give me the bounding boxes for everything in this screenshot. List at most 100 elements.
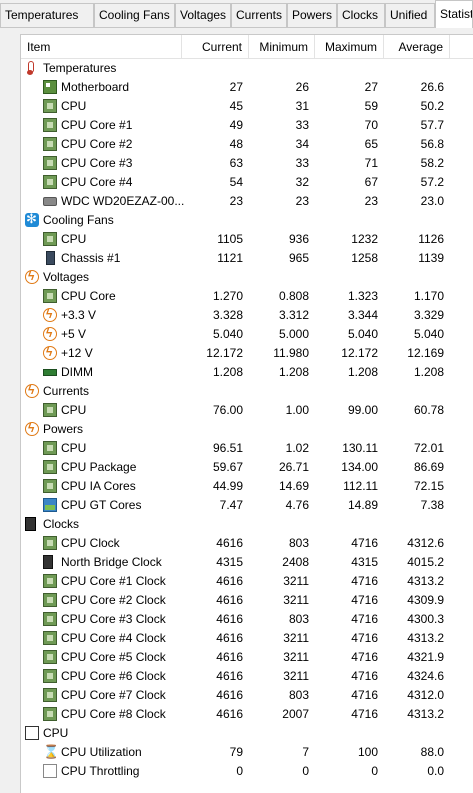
sensor-row[interactable]: North Bridge Clock 4315 2408 4315 4015.2	[21, 553, 473, 572]
sensor-row[interactable]: CPU GT Cores 7.47 4.76 14.89 7.38	[21, 496, 473, 515]
sensor-row[interactable]: CPU Clock 4616 803 4716 4312.6	[21, 534, 473, 553]
sensor-row[interactable]: CPU 45 31 59 50.2	[21, 97, 473, 116]
sensor-label: CPU GT Cores	[61, 498, 142, 512]
sensor-row[interactable]: Motherboard 27 26 27 26.6	[21, 78, 473, 97]
sensor-label: North Bridge Clock	[61, 555, 162, 569]
sensor-row[interactable]: CPU 96.51 1.02 130.11 72.01	[21, 439, 473, 458]
sensor-row[interactable]: CPU Core #8 Clock 4616 2007 4716 4313.2	[21, 705, 473, 724]
category-row[interactable]: Cooling Fans	[21, 210, 473, 230]
sensor-row[interactable]: CPU Core #5 Clock 4616 3211 4716 4321.9	[21, 648, 473, 667]
maximum-value: 5.040	[347, 327, 378, 341]
sensor-row[interactable]: CPU Core #1 49 33 70 57.7	[21, 116, 473, 135]
minimum-value: 3211	[283, 574, 309, 588]
category-row[interactable]: Clocks	[21, 515, 473, 534]
current-value: 4616	[216, 593, 243, 607]
category-row[interactable]: Powers	[21, 420, 473, 439]
sensor-row[interactable]: CPU 76.00 1.00 99.00 60.78	[21, 401, 473, 420]
sensor-list-view[interactable]: Item Current Minimum Maximum Average Tem…	[20, 34, 473, 793]
category-row[interactable]: CPU	[21, 724, 473, 743]
sensor-row[interactable]: CPU Core #2 48 34 65 56.8	[21, 135, 473, 154]
sensor-row[interactable]: CPU Core #2 Clock 4616 3211 4716 4309.9	[21, 591, 473, 610]
sensor-label: +12 V	[61, 346, 93, 360]
sensor-row[interactable]: +12 V 12.172 11.980 12.172 12.169	[21, 344, 473, 363]
category-row[interactable]: Temperatures	[21, 59, 473, 78]
current-value: 4616	[216, 631, 243, 645]
sensor-row[interactable]: CPU Core #3 Clock 4616 803 4716 4300.3	[21, 610, 473, 629]
sensor-row[interactable]: Chassis #1 1121 965 1258 1139	[21, 249, 473, 268]
tab-currents[interactable]: Currents	[231, 3, 287, 27]
category-row[interactable]: Currents	[21, 382, 473, 401]
maximum-value: 100	[357, 745, 378, 759]
column-header-minimum[interactable]: Minimum	[249, 35, 315, 58]
maximum-value: 134.00	[341, 460, 378, 474]
chip-icon	[43, 536, 57, 550]
maximum-value: 23	[364, 194, 378, 208]
sensor-row[interactable]: CPU Core 1.270 0.808 1.323 1.170	[21, 287, 473, 306]
maximum-value: 27	[364, 80, 378, 94]
sensor-row[interactable]: CPU Core #1 Clock 4616 3211 4716 4313.2	[21, 572, 473, 591]
current-value: 23	[229, 194, 243, 208]
minimum-value: 23	[295, 194, 309, 208]
maximum-value: 1232	[351, 232, 378, 246]
current-value: 76.00	[212, 403, 243, 417]
sensor-row[interactable]: CPU IA Cores 44.99 14.69 112.11 72.15	[21, 477, 473, 496]
tab-powers[interactable]: Powers	[287, 3, 337, 27]
current-value: 44.99	[212, 479, 243, 493]
column-header-current[interactable]: Current	[182, 35, 249, 58]
bolt-icon	[43, 344, 57, 361]
tab-clocks[interactable]: Clocks	[337, 3, 385, 27]
column-header-average[interactable]: Average	[384, 35, 450, 58]
sensor-row[interactable]: +3.3 V 3.328 3.312 3.344 3.329	[21, 306, 473, 325]
sensor-row[interactable]: +5 V 5.040 5.000 5.040 5.040	[21, 325, 473, 344]
blank-icon	[43, 764, 57, 778]
current-value: 96.51	[212, 441, 243, 455]
maximum-value: 4716	[351, 707, 378, 721]
minimum-value: 34	[295, 137, 309, 151]
tab-unified[interactable]: Unified	[385, 3, 435, 27]
sensor-row[interactable]: CPU Throttling 0 0 0 0.0	[21, 762, 473, 781]
sensor-label: CPU Package	[61, 460, 137, 474]
category-label: Temperatures	[43, 61, 117, 75]
average-value: 4324.6	[407, 669, 444, 683]
tab-voltages[interactable]: Voltages	[175, 3, 231, 27]
minimum-value: 0	[302, 764, 309, 778]
sensor-row[interactable]: CPU Core #6 Clock 4616 3211 4716 4324.6	[21, 667, 473, 686]
sensor-row[interactable]: CPU Utilization 79 7 100 88.0	[21, 742, 473, 762]
tab-cooling-fans[interactable]: Cooling Fans	[94, 3, 175, 27]
sensor-row[interactable]: CPU Core #3 63 33 71 58.2	[21, 154, 473, 173]
current-value: 45	[229, 99, 243, 113]
sensor-row[interactable]: CPU Core #4 54 32 67 57.2	[21, 173, 473, 192]
category-row[interactable]: Voltages	[21, 268, 473, 287]
sensor-label: CPU Core #3	[61, 156, 133, 170]
current-value: 5.040	[212, 327, 243, 341]
sensor-row[interactable]: DIMM 1.208 1.208 1.208 1.208	[21, 363, 473, 382]
maximum-value: 1.323	[347, 289, 378, 303]
minimum-value: 803	[288, 612, 309, 626]
sensor-row[interactable]: CPU Core #7 Clock 4616 803 4716 4312.0	[21, 686, 473, 705]
average-value: 1126	[418, 232, 444, 246]
minimum-value: 4.76	[285, 498, 309, 512]
minimum-value: 11.980	[273, 346, 309, 360]
average-value: 4321.9	[407, 650, 444, 664]
sensor-row[interactable]: CPU 1105 936 1232 1126	[21, 230, 473, 249]
minimum-value: 32	[295, 175, 309, 189]
tab-temperatures[interactable]: Temperatures	[0, 3, 94, 27]
current-value: 3.328	[212, 308, 243, 322]
minimum-value: 1.208	[278, 365, 309, 379]
sensor-row[interactable]: WDC WD20EZAZ-00... 23 23 23 23.0	[21, 192, 473, 211]
sensor-row[interactable]: CPU Package 59.67 26.71 134.00 86.69	[21, 458, 473, 477]
average-value: 57.2	[420, 175, 444, 189]
current-value: 27	[229, 80, 243, 94]
sensor-row[interactable]: CPU Core #4 Clock 4616 3211 4716 4313.2	[21, 629, 473, 648]
average-value: 1139	[418, 251, 444, 265]
sensor-label: +5 V	[61, 327, 87, 341]
chip-icon	[43, 460, 57, 474]
average-value: 72.01	[413, 441, 444, 455]
column-header-maximum[interactable]: Maximum	[315, 35, 384, 58]
current-value: 59.67	[212, 460, 243, 474]
minimum-value: 26	[295, 80, 309, 94]
maximum-value: 4716	[351, 688, 378, 702]
tab-statistics[interactable]: Statist	[435, 0, 473, 28]
column-header-item[interactable]: Item	[21, 35, 182, 58]
sensor-label: CPU	[61, 99, 87, 113]
